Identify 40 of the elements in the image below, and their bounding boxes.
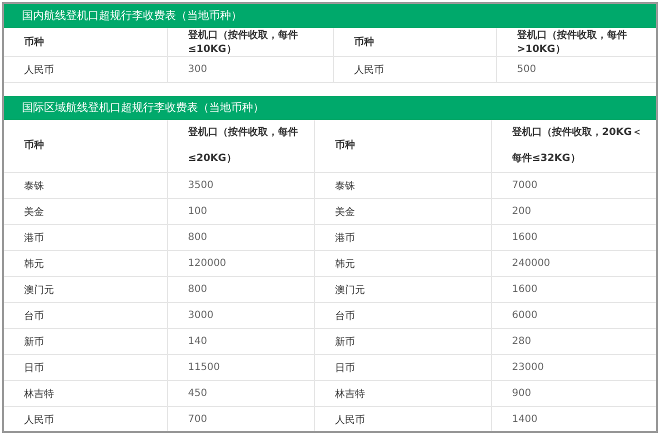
column-header: 币种: [4, 28, 168, 56]
table-cell: 港币: [4, 224, 168, 250]
table-cell: 澳门元: [4, 276, 168, 302]
table-cell: 800: [168, 224, 314, 250]
table-cell: 韩元: [4, 250, 168, 276]
table-cell: 美金: [4, 198, 168, 224]
table-cell: 800: [168, 276, 314, 302]
table-cell: 澳门元: [314, 276, 492, 302]
table-cell: 林吉特: [4, 380, 168, 406]
table-cell: 300: [168, 56, 334, 82]
column-header: 币种: [334, 28, 496, 56]
table-cell: 日币: [314, 354, 492, 380]
table-cell: 日币: [4, 354, 168, 380]
table-cell: 100: [168, 198, 314, 224]
table-cell: 美金: [314, 198, 492, 224]
table-cell: 3000: [168, 302, 314, 328]
column-header: 登机口（按件收取，每件>10KG）: [496, 28, 656, 56]
table-cell: 港币: [314, 224, 492, 250]
column-header: 币种: [4, 120, 168, 172]
table-cell: 泰铢: [314, 172, 492, 198]
table-cell: 新币: [4, 328, 168, 354]
column-header: 登机口（按件收取，每件≤10KG）: [168, 28, 334, 56]
table-cell: 韩元: [314, 250, 492, 276]
table-title: 国内航线登机口超规行李收费表（当地币种）: [4, 4, 656, 28]
table-cell: 120000: [168, 250, 314, 276]
table-cell: 人民币: [334, 56, 496, 82]
table-cell: 140: [168, 328, 314, 354]
table-cell: 11500: [168, 354, 314, 380]
table-cell: 台币: [314, 302, 492, 328]
table-title: 国际区域航线登机口超规行李收费表（当地币种）: [4, 96, 656, 120]
column-header: 登机口（按件收取，每件≤20KG）: [168, 120, 314, 172]
table-cell: 人民币: [4, 56, 168, 82]
column-header: 币种: [314, 120, 492, 172]
column-header: 登机口（按件收取，20KG＜每件≤32KG）: [492, 120, 656, 172]
table-cell: 林吉特: [314, 380, 492, 406]
table-cell: 450: [168, 380, 314, 406]
table-cell: 新币: [314, 328, 492, 354]
table-cell: 台币: [4, 302, 168, 328]
table-cell: 泰铢: [4, 172, 168, 198]
table-cell: 3500: [168, 172, 314, 198]
